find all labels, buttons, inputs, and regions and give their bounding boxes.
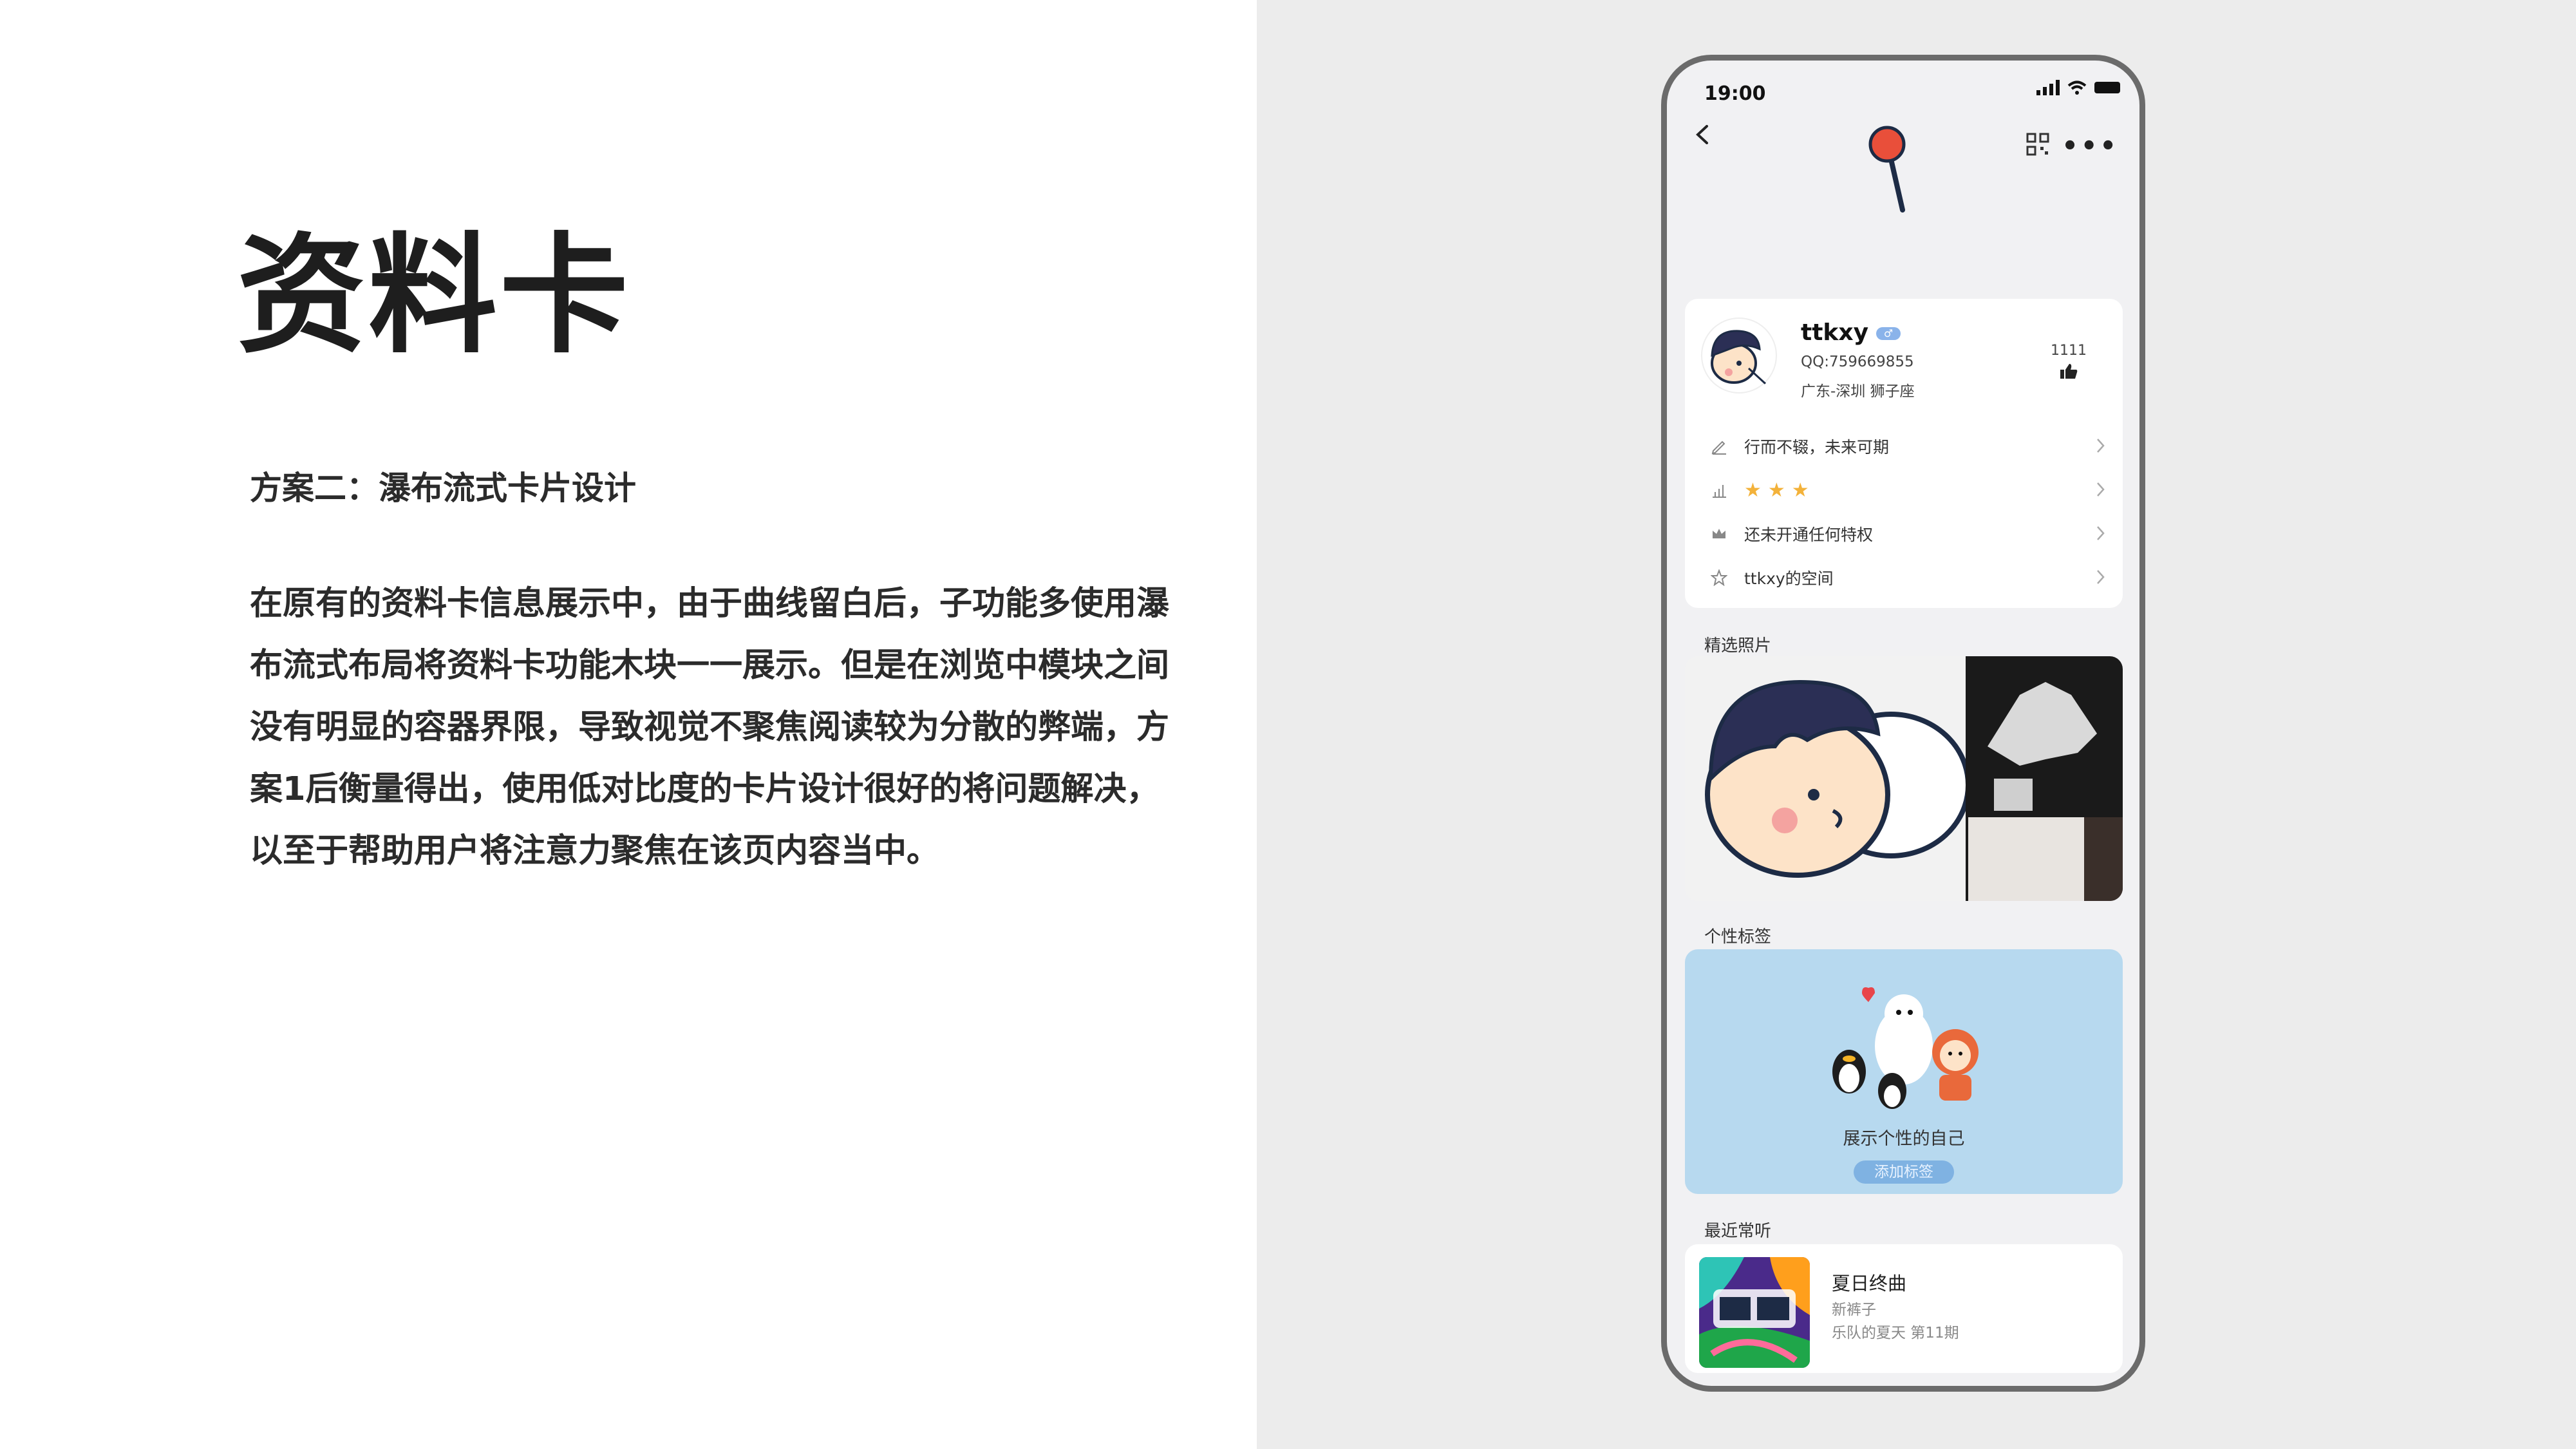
qr-code-icon[interactable] bbox=[2026, 133, 2049, 156]
description-line: 布流式布局将资料卡功能木块一一展示。但是在浏览中模块之间 bbox=[250, 647, 1170, 685]
battery-icon bbox=[2094, 82, 2120, 93]
qq-number: QQ:759669855 bbox=[1801, 354, 1914, 370]
space-row[interactable]: ttkxy的空间 bbox=[1685, 556, 2123, 600]
tags-text: 展示个性的自己 bbox=[1843, 1129, 1965, 1149]
description-line: 没有明显的容器界限，导致视觉不聚焦阅读较为分散的弊端，方 bbox=[250, 708, 1170, 746]
recent-music-card[interactable]: 夏日终曲 新裤子 乐队的夏天 第11期 bbox=[1685, 1244, 2123, 1373]
description-line: 在原有的资料卡信息展示中，由于曲线留白后，子功能多使用瀑 bbox=[250, 585, 1170, 623]
space-text: ttkxy的空间 bbox=[1744, 569, 1834, 588]
level-chart-icon bbox=[1713, 485, 1726, 498]
music-section-label: 最近常听 bbox=[1704, 1222, 1772, 1241]
lollipop-decoration-icon bbox=[1868, 126, 1906, 213]
description-line: 以至于帮助用户将注意力聚焦在该页内容当中。 bbox=[250, 832, 940, 870]
photos-section-label: 精选照片 bbox=[1704, 636, 1772, 656]
signature-row[interactable]: 行而不辍，未来可期 bbox=[1685, 424, 2123, 468]
level-stars: ★★★ bbox=[1744, 478, 1816, 502]
signature-text: 行而不辍，未来可期 bbox=[1744, 438, 1890, 457]
song-title: 夏日终曲 bbox=[1832, 1273, 1907, 1294]
status-icons bbox=[2036, 80, 2120, 95]
wifi-icon bbox=[2067, 80, 2087, 95]
thumbs-up-icon[interactable] bbox=[2060, 363, 2078, 379]
star-outline-icon bbox=[1711, 569, 1727, 586]
like-count: 1111 bbox=[2051, 343, 2087, 359]
phone-mockup: 19:00 ••• ttkxy ♂ QQ:759669855 广东-深圳 狮子座… bbox=[1661, 55, 2145, 1392]
chevron-right-icon bbox=[2097, 439, 2105, 453]
page-title: 资料卡 bbox=[237, 221, 632, 371]
chevron-right-icon bbox=[2097, 526, 2105, 540]
tags-section-label: 个性标签 bbox=[1704, 927, 1772, 947]
location-zodiac: 广东-深圳 狮子座 bbox=[1801, 383, 1915, 400]
back-arrow-icon[interactable] bbox=[1693, 125, 1712, 144]
avatar[interactable] bbox=[1700, 317, 1778, 394]
page-subtitle: 方案二：瀑布流式卡片设计 bbox=[250, 469, 636, 507]
description: 在原有的资料卡信息展示中，由于曲线留白后，子功能多使用瀑 布流式布局将资料卡功能… bbox=[250, 573, 1209, 882]
crown-icon bbox=[1713, 529, 1725, 538]
more-options-icon[interactable]: ••• bbox=[2062, 131, 2119, 161]
signal-icon bbox=[2036, 80, 2060, 95]
privilege-row[interactable]: 还未开通任何特权 bbox=[1685, 512, 2123, 556]
username: ttkxy ♂ bbox=[1801, 319, 1901, 346]
mascots-illustration bbox=[1832, 987, 1979, 1109]
tags-card: 展示个性的自己 添加标签 bbox=[1685, 949, 2123, 1194]
album-cover bbox=[1699, 1257, 1810, 1368]
status-time: 19:00 bbox=[1704, 82, 1766, 105]
song-artist: 新裤子 bbox=[1832, 1302, 1876, 1318]
level-row[interactable]: ★★★ bbox=[1685, 468, 2123, 512]
gender-badge: ♂ bbox=[1876, 327, 1901, 340]
like-counter[interactable]: 1111 bbox=[2051, 343, 2087, 379]
profile-rows: 行而不辍，未来可期 ★★★ 还未开通任何特权 ttkxy的空间 bbox=[1685, 424, 2123, 600]
photos-card[interactable] bbox=[1685, 656, 2123, 901]
chevron-right-icon bbox=[2097, 570, 2105, 584]
featured-photos-image bbox=[1685, 656, 2123, 901]
album-name: 乐队的夏天 第11期 bbox=[1832, 1325, 1959, 1341]
add-tag-button[interactable]: 添加标签 bbox=[1854, 1160, 1954, 1184]
privilege-text: 还未开通任何特权 bbox=[1744, 526, 1874, 544]
profile-card: ttkxy ♂ QQ:759669855 广东-深圳 狮子座 1111 行而不辍，… bbox=[1685, 299, 2123, 608]
chevron-right-icon bbox=[2097, 482, 2105, 497]
pencil-icon bbox=[1711, 440, 1726, 455]
description-line: 案1后衡量得出，使用低对比度的卡片设计很好的将问题解决， bbox=[250, 770, 1160, 808]
slide-left-panel: 资料卡 方案二：瀑布流式卡片设计 在原有的资料卡信息展示中，由于曲线留白后，子功… bbox=[0, 0, 1257, 1449]
